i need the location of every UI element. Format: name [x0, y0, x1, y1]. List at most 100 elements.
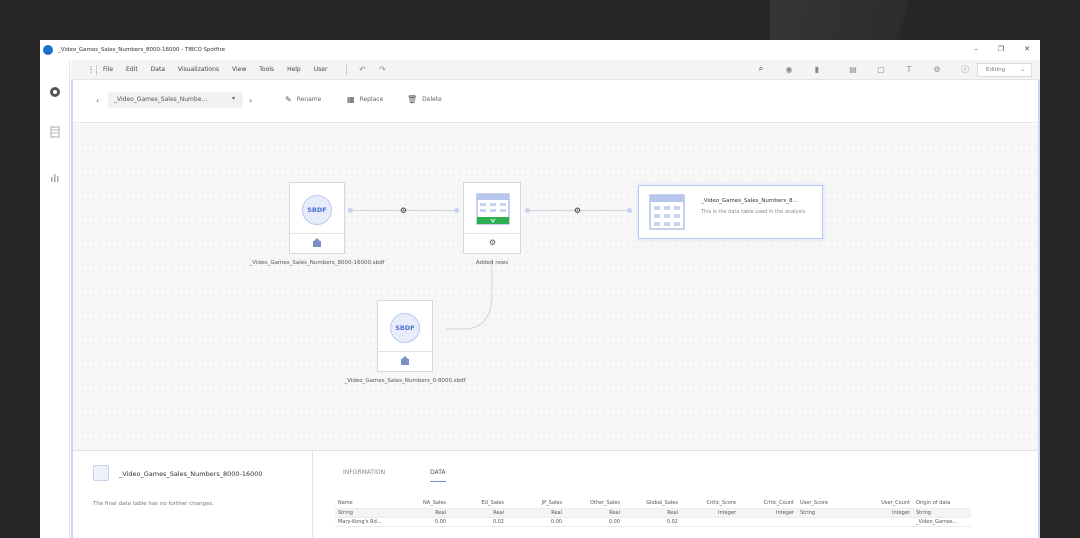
replace-button[interactable]: ▦ Replace [347, 95, 383, 104]
menu-user[interactable]: User [314, 66, 328, 73]
menu-edit[interactable]: Edit [126, 66, 138, 73]
table-cell: 0.02 [623, 517, 681, 527]
table-cell [797, 517, 855, 527]
database-icon [313, 238, 321, 247]
column-header[interactable]: Critic_Score [681, 499, 739, 509]
details-tabs: INFORMATION DATA [343, 469, 446, 482]
result-table-title: _Video_Games_Sales_Numbers_8... [701, 198, 798, 204]
minimize-button[interactable]: – [974, 45, 978, 53]
bookmark-icon[interactable]: ▮ [812, 64, 822, 74]
chevron-left-icon[interactable]: ‹ [96, 96, 99, 105]
connector-port [348, 208, 353, 213]
added-rows-node[interactable]: ⚙ [463, 182, 521, 254]
data-table-select[interactable]: _Video_Games_Sales_Numbe... ▾ [108, 92, 243, 108]
menu-toolbar-icons: ⌕ ◉ ▮ ▤ ▢ T ⚙ ⓘ [756, 64, 970, 74]
column-header[interactable]: Origin of data [913, 499, 971, 509]
column-type: Real [623, 508, 681, 518]
table-cell: 0.00 [565, 517, 623, 527]
spotfire-logo-icon [43, 45, 53, 55]
column-type: Real [565, 508, 623, 518]
column-header[interactable]: User_Score [797, 499, 855, 509]
recommendations-icon[interactable]: ◉ [784, 64, 794, 74]
source-node-0-8000[interactable]: SBDF [377, 300, 433, 372]
replace-icon: ▦ [347, 95, 355, 104]
column-type: Integer [681, 508, 739, 518]
text-icon[interactable]: T [904, 64, 914, 74]
column-type: String [797, 508, 855, 518]
node-divider [378, 351, 432, 352]
data-preview-table: Name NA_Sales EU_Sales JP_Sales Other_Sa… [335, 499, 971, 527]
rename-button[interactable]: ✎ Rename [285, 95, 321, 104]
table-header-row: Name NA_Sales EU_Sales JP_Sales Other_Sa… [335, 499, 971, 509]
details-summary: _Video_Games_Sales_Numbers_8000-16000 Th… [73, 451, 313, 538]
column-header[interactable]: User_Count [855, 499, 913, 509]
menu-help[interactable]: Help [287, 66, 301, 73]
chevron-down-icon: ▾ [231, 95, 235, 102]
mode-select[interactable]: Editing ⌄ [977, 63, 1032, 77]
connector-gear-icon[interactable]: ⚙ [573, 206, 582, 215]
column-type: String [913, 508, 971, 518]
mode-select-value: Editing [986, 67, 1006, 73]
column-type: String [335, 508, 391, 518]
column-header[interactable]: NA_Sales [391, 499, 449, 509]
column-type: Integer [855, 508, 913, 518]
chevron-down-icon: ⌄ [1020, 65, 1026, 73]
data-table-icon [93, 465, 109, 481]
delete-button[interactable]: 🗑 Delete [407, 95, 442, 104]
details-panel: _Video_Games_Sales_Numbers_8000-16000 Th… [73, 450, 1038, 538]
added-rows-label: Added rows [475, 260, 509, 266]
result-data-table-node[interactable]: _Video_Games_Sales_Numbers_8... This is … [638, 185, 823, 239]
table-cell: Mary-Kong's Rd... [335, 517, 391, 527]
layout-icon[interactable]: ▢ [876, 64, 886, 74]
column-header[interactable]: JP_Sales [507, 499, 565, 509]
table-cell: _Video_Games... [913, 517, 971, 527]
maximize-button[interactable]: ❐ [998, 45, 1004, 53]
close-button[interactable]: ✕ [1024, 45, 1030, 53]
redo-icon[interactable]: ↷ [377, 65, 387, 75]
data-canvas-toolbar: ‹ _Video_Games_Sales_Numbe... ▾ › ✎ Rena… [73, 80, 1038, 123]
menu-visualizations[interactable]: Visualizations [178, 66, 219, 73]
table-cell: 0.00 [391, 517, 449, 527]
data-table-icon[interactable] [49, 126, 61, 138]
table-cell: 0.02 [449, 517, 507, 527]
table-cell: 0.00 [507, 517, 565, 527]
menu-file[interactable]: File [103, 66, 113, 73]
menu-tools[interactable]: Tools [259, 66, 274, 73]
chevron-right-icon[interactable]: › [249, 96, 252, 105]
settings-gear-icon[interactable] [49, 86, 61, 98]
menu-view[interactable]: View [232, 66, 246, 73]
settings-icon[interactable]: ⚙ [932, 64, 942, 74]
trash-icon: 🗑 [407, 95, 418, 104]
info-icon[interactable]: ⓘ [960, 64, 970, 74]
column-header[interactable]: EU_Sales [449, 499, 507, 509]
column-header[interactable]: Global_Sales [623, 499, 681, 509]
filter-icon[interactable]: ▤ [848, 64, 858, 74]
column-type: Real [391, 508, 449, 518]
column-header[interactable]: Other_Sales [565, 499, 623, 509]
more-menu-icon[interactable]: ⋮ [87, 65, 95, 74]
table-type-row: String Real Real Real Real Real Integer … [335, 508, 971, 518]
tab-information[interactable]: INFORMATION [343, 469, 385, 482]
menu-bar: ⋮ File Edit Data Visualizations View Too… [71, 60, 1040, 80]
transform-settings-gear-icon[interactable]: ⚙ [488, 238, 497, 247]
source-view-canvas[interactable]: SBDF _Video_Games_Sales_Numbers_8000-160… [73, 124, 1038, 450]
tab-data[interactable]: DATA [430, 469, 446, 482]
window-controls: – ❐ ✕ [974, 45, 1030, 53]
source-node-8000-16000[interactable]: SBDF [289, 182, 345, 254]
column-header[interactable]: Name [335, 499, 391, 509]
left-rail [40, 60, 70, 538]
search-icon[interactable]: ⌕ [756, 64, 766, 74]
connector-gear-icon[interactable]: ⚙ [399, 206, 408, 215]
data-canvas-frame: ‹ _Video_Games_Sales_Numbe... ▾ › ✎ Rena… [71, 80, 1040, 538]
table-cell [855, 517, 913, 527]
menu-data[interactable]: Data [151, 66, 165, 73]
table-transform-icon [476, 193, 510, 225]
column-header[interactable]: Critic_Count [739, 499, 797, 509]
connector-port [627, 208, 632, 213]
undo-icon[interactable]: ↶ [357, 65, 367, 75]
node-divider [464, 233, 520, 234]
details-title: _Video_Games_Sales_Numbers_8000-16000 [119, 470, 263, 478]
visualization-bar-chart-icon[interactable] [49, 171, 61, 183]
menu-separator [346, 64, 348, 75]
window-title: _Video_Games_Sales_Numbers_8000-16000 - … [58, 47, 226, 53]
